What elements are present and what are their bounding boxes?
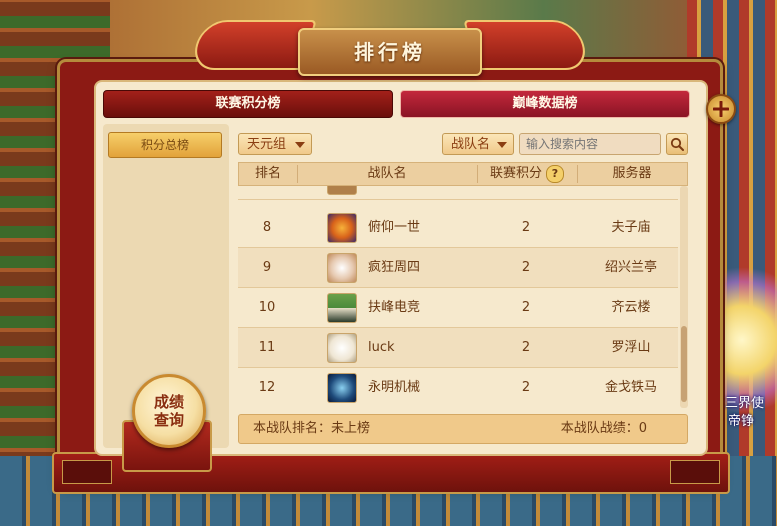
team-avatar — [327, 373, 357, 403]
row-divider — [238, 199, 678, 200]
list-scrollbar[interactable] — [680, 186, 688, 408]
row-team-name: luck — [368, 340, 395, 355]
row-points: 4 — [476, 186, 576, 200]
tab-peak-data[interactable]: 巅峰数据榜 — [400, 90, 690, 118]
frame-ornament-left — [62, 460, 112, 484]
row-points: 2 — [521, 380, 531, 395]
scrollbar-thumb[interactable] — [681, 326, 687, 402]
column-server: 服务器 — [612, 166, 652, 181]
row-team-name: 扶峰电竞 — [368, 300, 421, 315]
column-points-wrap: 联赛积分? — [477, 163, 577, 185]
sidebar-item-total-points[interactable]: 积分总榜 — [108, 132, 222, 158]
title-ribbon-right — [463, 20, 591, 70]
ranking-area: 天元组 战队名 排名 战队名 联赛积分? 服务器 7 年闪战队 4 上阴渡 — [238, 124, 690, 448]
group-select[interactable]: 天元组 — [238, 133, 312, 155]
row-points: 2 — [521, 220, 531, 235]
team-avatar — [327, 333, 357, 363]
ranking-list[interactable]: 7 年闪战队 4 上阴渡 8 俯仰一世 2 夫子庙 9 疯狂周四 2 绍兴兰亭 … — [238, 186, 678, 408]
close-button[interactable] — [706, 94, 736, 124]
table-header: 排名 战队名 联赛积分? 服务器 — [238, 162, 688, 186]
search-field-select[interactable]: 战队名 — [442, 133, 514, 155]
row-points: 2 — [521, 300, 531, 315]
group-select-value: 天元组 — [247, 137, 287, 152]
row-rank: 8 — [262, 220, 272, 235]
help-icon[interactable]: ? — [546, 164, 564, 183]
team-avatar — [327, 213, 357, 243]
row-server: 金戈铁马 — [604, 380, 657, 395]
team-avatar — [327, 293, 357, 323]
close-plus-icon — [713, 101, 729, 117]
column-team: 战队名 — [367, 166, 407, 181]
table-row[interactable]: 8 俯仰一世 2 夫子庙 — [238, 208, 678, 248]
title-plaque: 排行榜 — [298, 28, 482, 76]
table-row[interactable]: 12 永明机械 2 金戈铁马 — [238, 368, 678, 408]
row-team-name: 永明机械 — [368, 380, 421, 395]
team-avatar — [327, 186, 357, 195]
column-rank: 排名 — [254, 166, 281, 181]
my-team-record: 本战队战绩：0 — [560, 421, 647, 436]
page-title: 排行榜 — [354, 40, 426, 64]
chevron-down-icon — [497, 142, 507, 148]
tab-league-points[interactable]: 联赛积分榜 — [103, 90, 393, 118]
row-team-name: 俯仰一世 — [368, 220, 421, 235]
row-server: 齐云楼 — [611, 300, 651, 315]
table-row[interactable]: 10 扶峰电竞 2 齐云楼 — [238, 288, 678, 328]
row-server: 夫子庙 — [611, 220, 651, 235]
row-rank: 7 — [238, 186, 296, 200]
search-icon — [670, 137, 684, 151]
row-team-name: 疯狂周四 — [368, 260, 421, 275]
row-points: 2 — [521, 260, 531, 275]
row-server: 上阴渡 — [576, 186, 678, 200]
search-input[interactable] — [519, 133, 661, 155]
table-row[interactable]: 11 luck 2 罗浮山 — [238, 328, 678, 368]
row-server: 罗浮山 — [611, 340, 651, 355]
row-points: 2 — [521, 340, 531, 355]
search-field-value: 战队名 — [451, 137, 491, 152]
row-rank: 12 — [258, 380, 276, 395]
my-team-rank: 本战队排名：未上榜 — [253, 421, 371, 436]
row-rank: 9 — [262, 260, 272, 275]
row-rank: 11 — [258, 340, 276, 355]
score-query-button[interactable]: 成绩 查询 — [132, 374, 206, 448]
row-team-name: 年闪战队 — [364, 186, 488, 200]
score-query-line2: 查询 — [153, 411, 184, 429]
background-name-tag-2: 帝铮 — [728, 414, 755, 429]
frame-ornament-right — [670, 460, 720, 484]
table-row[interactable]: 9 疯狂周四 2 绍兴兰亭 — [238, 248, 678, 288]
row-rank: 10 — [258, 300, 276, 315]
column-points: 联赛积分 — [489, 166, 542, 181]
team-avatar — [327, 253, 357, 283]
team-status-bar: 本战队排名：未上榜 本战队战绩：0 — [238, 414, 688, 444]
row-server: 绍兴兰亭 — [604, 260, 657, 275]
chevron-down-icon — [295, 142, 305, 148]
table-row[interactable]: 7 年闪战队 4 上阴渡 — [238, 186, 678, 200]
search-button[interactable] — [666, 133, 688, 155]
